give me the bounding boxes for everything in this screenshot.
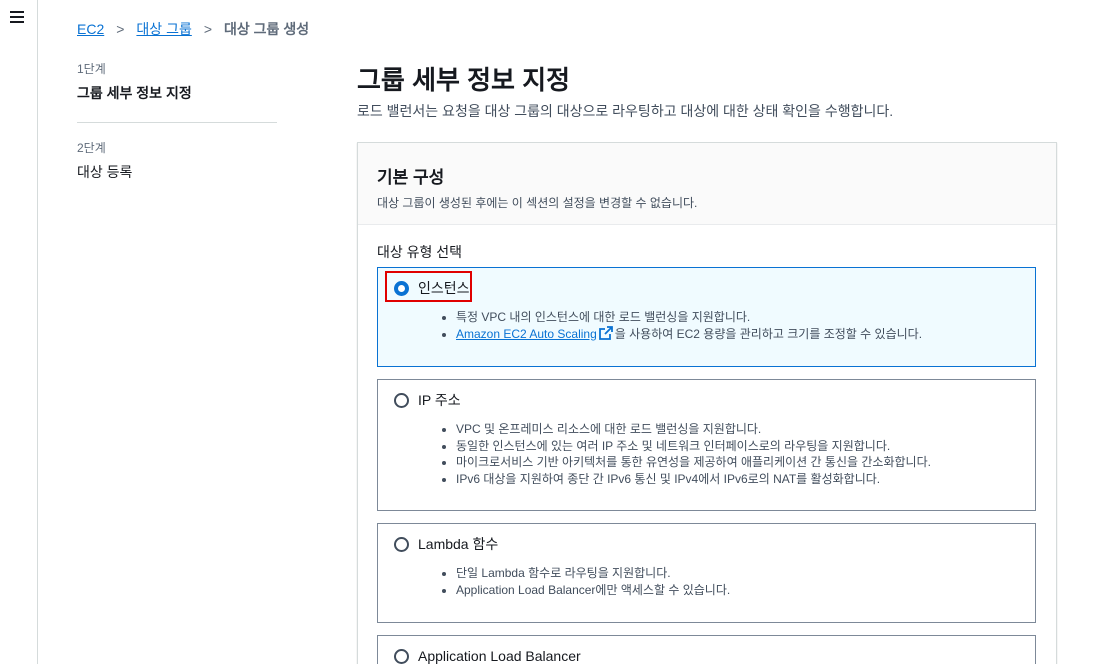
option-lambda[interactable]: Lambda 함수 단일 Lambda 함수로 라우팅을 지원합니다. Appl…	[377, 523, 1036, 623]
list-item: 특정 VPC 내의 인스턴스에 대한 로드 밸런싱을 지원합니다.	[440, 309, 922, 326]
radio-lambda[interactable]	[394, 536, 409, 552]
menu-icon[interactable]	[10, 11, 24, 23]
list-item: VPC 및 온프레미스 리소스에 대한 로드 밸런싱을 지원합니다.	[440, 421, 931, 438]
list-item: IPv6 대상을 지원하여 종단 간 IPv6 통신 및 IPv4에서 IPv6…	[440, 471, 931, 488]
list-item: 동일한 인스턴스에 있는 여러 IP 주소 및 네트워크 인터페이스로의 라우팅…	[440, 438, 931, 455]
option-alb[interactable]: Application Load Balancer	[377, 635, 1036, 664]
auto-scaling-link[interactable]: Amazon EC2 Auto Scaling	[456, 327, 597, 341]
breadcrumb-current: 대상 그룹 생성	[224, 21, 310, 37]
target-type-label: 대상 유형 선택	[377, 244, 463, 260]
wizard-steps: 1단계 그룹 세부 정보 지정 2단계 대상 등록	[77, 60, 277, 182]
list-item: 마이크로서비스 기반 아키텍처를 통한 유연성을 제공하여 애플리케이션 간 통…	[440, 454, 931, 471]
breadcrumb-target-groups[interactable]: 대상 그룹	[136, 19, 191, 39]
list-item: 단일 Lambda 함수로 라우팅을 지원합니다.	[440, 565, 730, 582]
radio-ip-addresses[interactable]	[394, 392, 409, 408]
option-instances-label: 인스턴스	[418, 280, 470, 296]
option-alb-label: Application Load Balancer	[418, 648, 581, 664]
breadcrumb: EC2 > 대상 그룹 > 대상 그룹 생성	[77, 19, 309, 39]
option-instances[interactable]: 인스턴스 특정 VPC 내의 인스턴스에 대한 로드 밸런싱을 지원합니다. A…	[377, 267, 1036, 367]
option-lambda-label: Lambda 함수	[418, 536, 499, 552]
panel-header: 기본 구성 대상 그룹이 생성된 후에는 이 섹션의 설정을 변경할 수 없습니…	[358, 143, 1056, 225]
panel-description: 대상 그룹이 생성된 후에는 이 섹션의 설정을 변경할 수 없습니다.	[377, 196, 698, 210]
step-1-title: 그룹 세부 정보 지정	[77, 85, 192, 101]
step-2-title[interactable]: 대상 등록	[77, 162, 277, 182]
option-lambda-bullets: 단일 Lambda 함수로 라우팅을 지원합니다. Application Lo…	[440, 565, 730, 598]
navigation-rail	[0, 0, 38, 664]
option-ip-label: IP 주소	[418, 392, 461, 408]
page-description: 로드 밸런서는 요청을 대상 그룹의 대상으로 라우팅하고 대상에 대한 상태 …	[357, 103, 894, 119]
radio-instances[interactable]	[394, 280, 409, 296]
option-instances-bullet2-text: 을 사용하여 EC2 용량을 관리하고 크기를 조정할 수 있습니다.	[614, 326, 923, 341]
step-1-number: 1단계	[77, 62, 106, 76]
chevron-right-icon: >	[116, 21, 125, 37]
list-item: Application Load Balancer에만 액세스할 수 있습니다.	[440, 582, 730, 599]
step-divider	[77, 122, 277, 123]
breadcrumb-ec2[interactable]: EC2	[77, 21, 104, 37]
basic-config-panel: 기본 구성 대상 그룹이 생성된 후에는 이 섹션의 설정을 변경할 수 없습니…	[357, 142, 1057, 664]
radio-alb[interactable]	[394, 648, 409, 664]
option-instances-bullets: 특정 VPC 내의 인스턴스에 대한 로드 밸런싱을 지원합니다. Amazon…	[440, 309, 922, 342]
chevron-right-icon: >	[203, 21, 213, 37]
option-ip-bullets: VPC 및 온프레미스 리소스에 대한 로드 밸런싱을 지원합니다. 동일한 인…	[440, 421, 931, 487]
option-ip-addresses[interactable]: IP 주소 VPC 및 온프레미스 리소스에 대한 로드 밸런싱을 지원합니다.…	[377, 379, 1036, 511]
step-2-number: 2단계	[77, 141, 106, 155]
external-link-icon[interactable]	[598, 325, 613, 340]
panel-title: 기본 구성	[377, 168, 445, 187]
list-item: Amazon EC2 Auto Scaling 을 사용하여 EC2 용량을 관리…	[440, 325, 923, 343]
page-title: 그룹 세부 정보 지정	[357, 65, 571, 95]
